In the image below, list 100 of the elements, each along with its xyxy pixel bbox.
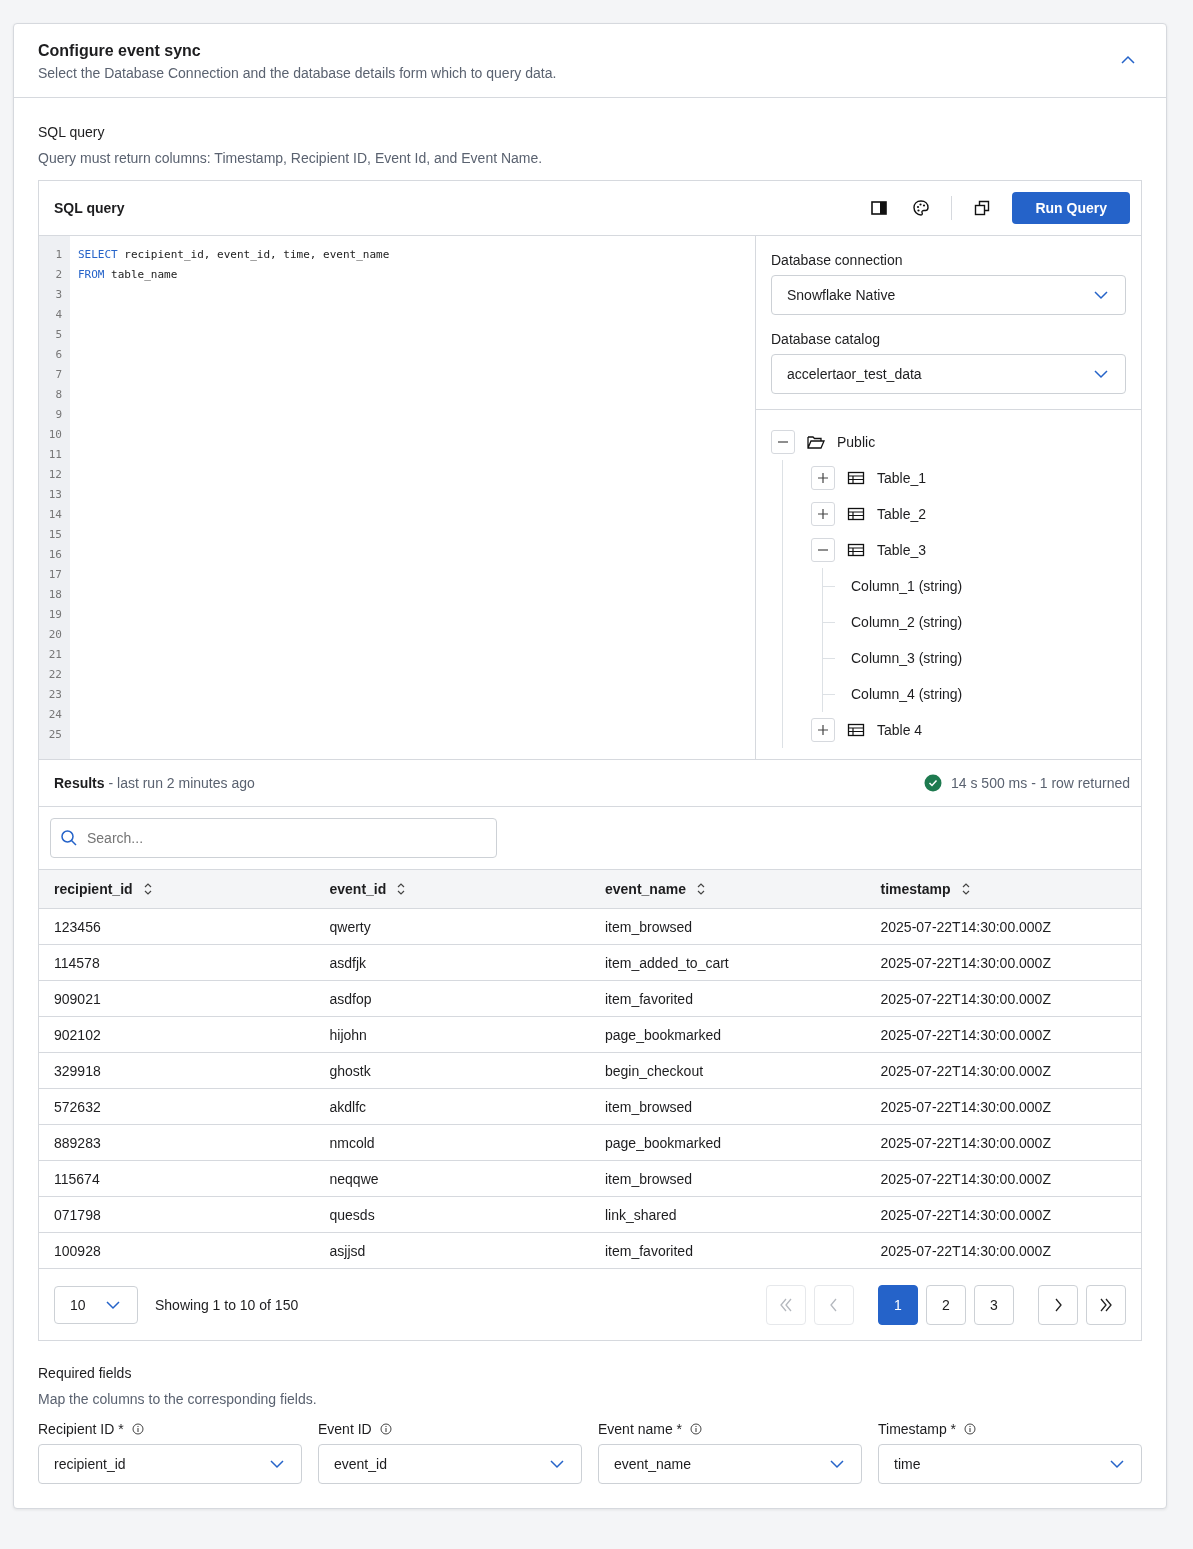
line-number: 15 [47, 527, 63, 541]
tree-item[interactable]: Table_1 [877, 470, 927, 486]
table-cell: quesds [314, 1196, 590, 1233]
line-number: 19 [47, 607, 63, 621]
table-cell: nmcold [314, 1124, 590, 1161]
table-cell: 2025-07-22T14:30:00.000Z [865, 1124, 1141, 1161]
line-number: 24 [47, 707, 63, 721]
catalog-label: Database catalog [771, 331, 881, 347]
line-number: 14 [47, 507, 63, 521]
line-number: 9 [54, 407, 63, 421]
tree-item[interactable]: Column_4 (string) [851, 686, 963, 702]
page-size-dropdown[interactable]: 10 [54, 1285, 138, 1324]
table-cell: 329918 [39, 1052, 315, 1089]
sql-label: SQL query [38, 124, 106, 140]
double-chevron-right-icon [1098, 1296, 1114, 1313]
table-cell: 2025-07-22T14:30:00.000Z [865, 980, 1141, 1017]
line-number: 25 [47, 727, 63, 741]
table-cell: 2025-07-22T14:30:00.000Z [865, 1232, 1141, 1269]
sql-hint: Query must return columns: Timestamp, Recipient ID, Event Id, and Event Name. [38, 150, 544, 166]
sort-icon [960, 882, 971, 896]
connection-dropdown[interactable]: Snowflake Native [771, 275, 1126, 315]
line-number: 20 [47, 627, 63, 641]
table-cell: asdfjk [314, 944, 590, 981]
table-cell: 902102 [39, 1016, 315, 1053]
table-cell: 123456 [39, 908, 315, 945]
table-cell: item_favorited [590, 980, 866, 1017]
tree-item[interactable]: Public [837, 434, 876, 450]
table-cell: link_shared [590, 1196, 866, 1233]
panel-title: SQL query [54, 200, 125, 216]
section-title: Configure event sync [38, 42, 202, 60]
line-number: 17 [47, 567, 63, 581]
line-number: 23 [47, 687, 63, 701]
table-cell: page_bookmarked [590, 1016, 866, 1053]
table-cell: 572632 [39, 1088, 315, 1125]
page-button[interactable]: 3 [974, 1284, 1014, 1325]
line-number: 12 [47, 467, 63, 481]
last-page-button[interactable] [1086, 1284, 1126, 1325]
info-icon[interactable] [690, 1423, 703, 1435]
tree-toggle[interactable] [811, 466, 835, 490]
sort-icon [396, 882, 407, 896]
table-cell: akdlfc [314, 1088, 590, 1125]
column-header[interactable]: event_id [314, 869, 590, 909]
column-header[interactable]: event_name [590, 869, 866, 909]
field-label: Timestamp * [878, 1421, 957, 1437]
table-cell: item_favorited [590, 1232, 866, 1269]
table-cell: 114578 [39, 944, 315, 981]
table-cell: 2025-07-22T14:30:00.000Z [865, 944, 1141, 981]
table-cell: qwerty [314, 908, 590, 945]
sort-icon [695, 882, 706, 896]
search-icon [60, 829, 78, 847]
page-button[interactable]: 1 [878, 1284, 918, 1325]
line-number: 10 [47, 427, 63, 441]
tree-item[interactable]: Column_3 (string) [851, 650, 963, 666]
tree-item[interactable]: Table 4 [877, 722, 923, 738]
field-dropdown[interactable]: recipient_id [38, 1444, 302, 1484]
info-icon[interactable] [964, 1423, 977, 1435]
field-label: Event name * [598, 1421, 683, 1437]
table-cell: begin_checkout [590, 1052, 866, 1089]
table-cell: 071798 [39, 1196, 315, 1233]
table-cell: item_browsed [590, 1088, 866, 1125]
table-cell: asjjsd [314, 1232, 590, 1269]
table-icon [847, 470, 865, 486]
code-editor[interactable]: 1 SELECT recipient_id, event_id, time, event_name 2 FROM table_name 3 4 5 6 7 8 9 10 11 12 13 14 15 16 17 18 19 20 21 22 23 24 25 [39, 236, 756, 759]
field-dropdown[interactable]: event_id [318, 1444, 582, 1484]
tree-toggle[interactable] [771, 430, 795, 454]
tree-item[interactable]: Table_2 [877, 506, 927, 522]
tree-toggle[interactable] [811, 538, 835, 562]
tree-item[interactable]: Column_1 (string) [851, 578, 963, 594]
line-number: 11 [47, 447, 63, 461]
table-cell: 2025-07-22T14:30:00.000Z [865, 1160, 1141, 1197]
tree-item[interactable]: Table_3 [877, 542, 927, 558]
tree-item[interactable]: Column_2 (string) [851, 614, 963, 630]
field-dropdown[interactable]: time [878, 1444, 1142, 1484]
table-cell: asdfop [314, 980, 590, 1017]
search-field[interactable]: Search... [50, 818, 497, 858]
table-cell: 2025-07-22T14:30:00.000Z [865, 1196, 1141, 1233]
line-number: 2 [54, 267, 63, 281]
showing-text: Showing 1 to 10 of 150 [155, 1296, 299, 1313]
code-line: FROM table_name [77, 267, 178, 281]
column-header[interactable]: recipient_id [39, 869, 315, 909]
table-cell: 100928 [39, 1232, 315, 1269]
table-icon [847, 542, 865, 558]
table-cell: neqqwe [314, 1160, 590, 1197]
field-dropdown[interactable]: event_name [598, 1444, 862, 1484]
table-cell: item_browsed [590, 908, 866, 945]
page-button[interactable]: 2 [926, 1284, 966, 1325]
table-cell: ghostk [314, 1052, 590, 1089]
run-query-button[interactable]: Run Query [1012, 192, 1130, 224]
line-number: 18 [47, 587, 63, 601]
catalog-dropdown[interactable]: accelertaor_test_data [771, 354, 1126, 394]
info-icon[interactable] [131, 1423, 144, 1435]
success-check-icon [924, 774, 942, 792]
table-cell: page_bookmarked [590, 1124, 866, 1161]
tree-toggle[interactable] [811, 502, 835, 526]
tree-toggle[interactable] [811, 718, 835, 742]
table-cell: item_added_to_cart [590, 944, 866, 981]
column-header[interactable]: timestamp [865, 869, 1141, 909]
table-cell: 2025-07-22T14:30:00.000Z [865, 1052, 1141, 1089]
line-number: 21 [47, 647, 63, 661]
info-icon[interactable] [379, 1423, 392, 1435]
